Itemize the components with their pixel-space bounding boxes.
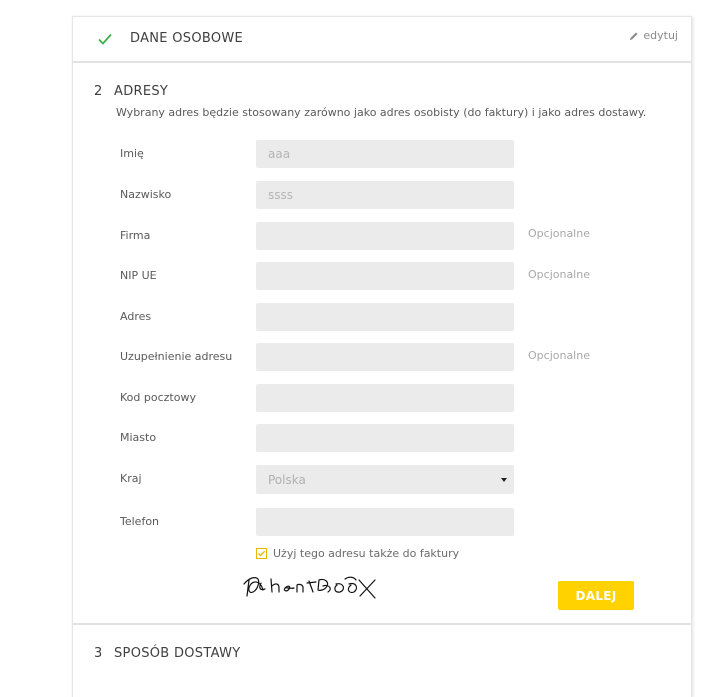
city-label: Miasto (120, 431, 157, 444)
step-personal-data: DANE OSOBOWE edytuj (73, 17, 691, 63)
step-1-title: DANE OSOBOWE (130, 31, 244, 46)
next-button[interactable]: DALEJ (558, 581, 634, 610)
phone-input[interactable] (256, 508, 514, 536)
address-label: Adres (120, 310, 152, 323)
first-name-input[interactable] (256, 140, 514, 168)
checkout-card: DANE OSOBOWE edytuj 2 ADRESY Wybrany adr… (72, 16, 692, 697)
section-divider (73, 623, 691, 625)
step-2-title: ADRESY (114, 84, 169, 99)
invoice-address-checkbox-label: Użyj tego adresu także do faktury (273, 547, 460, 560)
last-name-input[interactable] (256, 181, 514, 209)
step-2-number: 2 (94, 84, 103, 99)
step-3-title[interactable]: SPOSÓB DOSTAWY (114, 646, 240, 661)
last-name-label: Nazwisko (120, 188, 172, 201)
signature-scribble (243, 576, 376, 599)
vat-id-optional-hint: Opcjonalne (528, 268, 590, 281)
postal-code-label: Kod pocztowy (120, 391, 196, 404)
address-input[interactable] (256, 303, 514, 331)
company-optional-hint: Opcjonalne (528, 227, 590, 240)
postal-code-input[interactable] (256, 384, 514, 412)
country-select[interactable]: Polska (256, 465, 514, 494)
city-input[interactable] (256, 424, 514, 452)
country-selected-value: Polska (268, 472, 306, 487)
invoice-address-checkbox-row[interactable]: Użyj tego adresu także do faktury (256, 547, 459, 560)
phone-label: Telefon (120, 515, 160, 528)
step-3-number: 3 (94, 646, 103, 661)
check-icon (98, 33, 112, 45)
first-name-label: Imię (120, 147, 144, 160)
address-extra-optional-hint: Opcjonalne (528, 349, 590, 362)
step-2-description: Wybrany adres będzie stosowany zarówno j… (116, 106, 647, 119)
checkbox-checked-icon[interactable] (256, 548, 267, 559)
pencil-icon (630, 32, 638, 40)
address-extra-label: Uzupełnienie adresu (120, 350, 233, 363)
country-label: Kraj (120, 472, 142, 485)
address-extra-input[interactable] (256, 343, 514, 371)
edit-link[interactable]: edytuj (629, 29, 678, 42)
company-input[interactable] (256, 222, 514, 250)
chevron-down-icon (501, 478, 507, 482)
edit-label[interactable]: edytuj (643, 29, 678, 42)
vat-id-input[interactable] (256, 262, 514, 290)
company-label: Firma (120, 229, 151, 242)
vat-id-label: NIP UE (120, 269, 157, 282)
